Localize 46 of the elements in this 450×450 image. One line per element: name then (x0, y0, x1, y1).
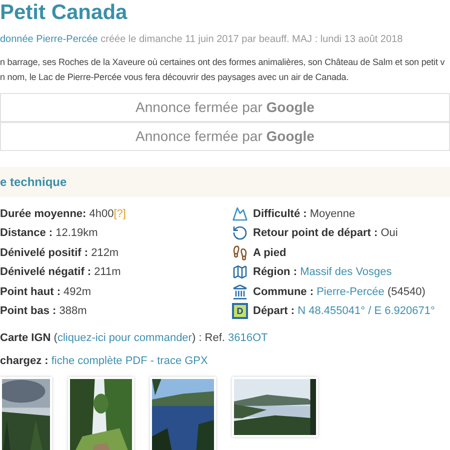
label-text: Distance : (0, 226, 54, 241)
value-text: Moyenne (310, 206, 356, 222)
value-text: 388m (59, 304, 87, 319)
section-header: e technique (0, 167, 450, 197)
label-text: Région : (253, 265, 298, 280)
value-text: Oui (380, 226, 398, 241)
label-text: Difficulté : (253, 206, 308, 222)
label-text: Commune : (253, 284, 314, 300)
label-text: Dénivelé positif : (0, 246, 90, 260)
label-text: A pied (253, 246, 286, 260)
value-text: ( (54, 331, 58, 346)
label-text: chargez : (0, 354, 50, 368)
link[interactable]: Massif des Vosges (300, 264, 392, 280)
help-link[interactable]: [?] (114, 206, 126, 222)
ad-notice: Annonce fermée par Google (136, 127, 314, 146)
label-text: Départ : (253, 304, 296, 319)
link[interactable]: Pierre-Percée (316, 284, 384, 300)
footprints-icon (232, 244, 248, 261)
label-text: Point bas : (0, 304, 58, 319)
description-text: n nom, le Lac de Pierre-Percée vous fera découvrir des paysages avec un air de Canada. (0, 71, 349, 83)
value-text: 492m (64, 284, 92, 300)
label-text: Point haut : (0, 284, 62, 300)
link[interactable]: cliquez-ici pour commander (57, 330, 192, 346)
value-text: 212m (91, 246, 119, 260)
link[interactable]: donnée Pierre-Percée (0, 32, 98, 47)
label-text: Carte IGN (0, 331, 52, 346)
start-sign-icon: D (232, 303, 248, 320)
value-text: 4h00 (89, 206, 114, 222)
value-text: 211m (94, 265, 121, 280)
value-text: ) : Ref. (192, 331, 226, 346)
link[interactable]: N 48.455041° / E 6.920671° (298, 303, 435, 320)
value-text: 12.19km (56, 226, 98, 241)
link[interactable]: fiche complète PDF - trace GPX (51, 352, 208, 369)
mountain-icon (232, 206, 248, 222)
label-text: Durée moyenne: (0, 206, 88, 222)
map-icon (232, 264, 248, 280)
label-text: Retour point de départ : (253, 226, 379, 241)
meta-text: créée le dimanche 11 juin 2017 par beauff. MAJ : lundi 13 août 2018 (100, 33, 403, 47)
building-icon (232, 284, 248, 300)
label-text: Dénivelé négatif : (0, 265, 92, 280)
loop-arrow-icon (232, 225, 248, 242)
link[interactable]: 3616OT (228, 330, 268, 346)
description-text: n barrage, ses Roches de la Xaveure où certaines ont des formes animalières, son Château de Salm et son petit v (0, 56, 445, 68)
page-title: Petit Canada (0, 0, 128, 23)
ad-notice: Annonce fermée par Google (136, 98, 314, 117)
value-text: (54540) (386, 284, 426, 300)
